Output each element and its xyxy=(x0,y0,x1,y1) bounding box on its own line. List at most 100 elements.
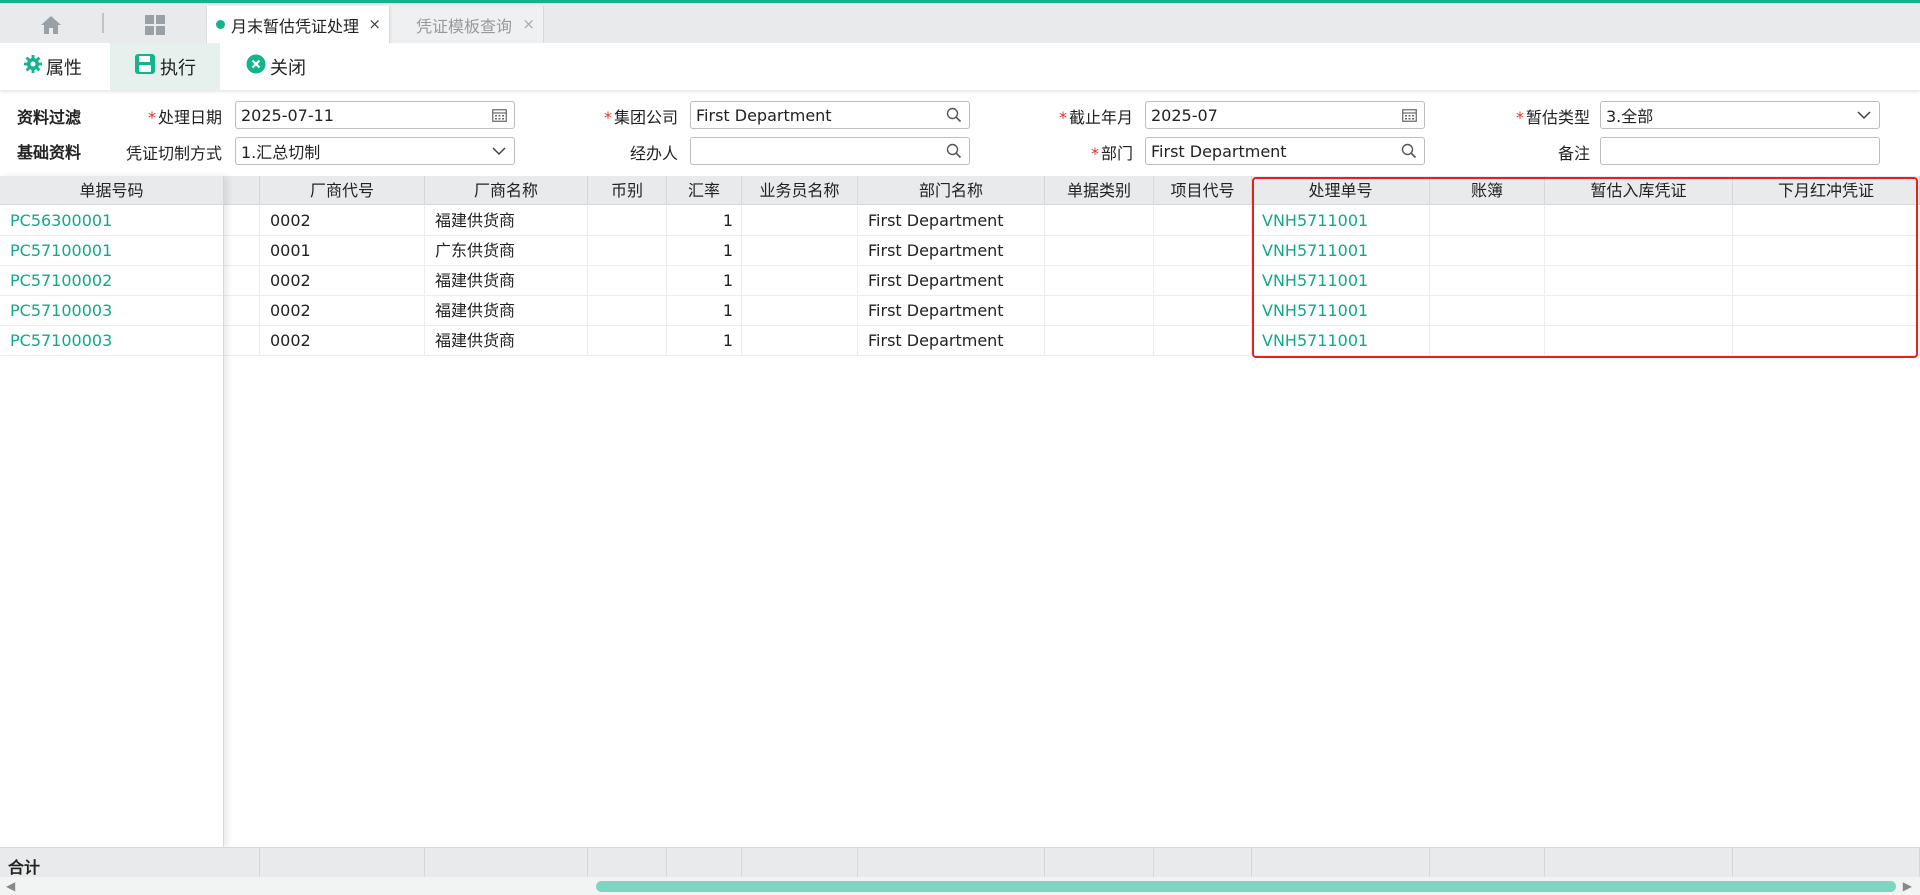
tab-label: 凭证模板查询 xyxy=(416,16,513,36)
header-col-doc-type[interactable]: 单据类别 xyxy=(1045,176,1154,205)
header-col-process-no[interactable]: 处理单号 xyxy=(1252,176,1430,205)
cell-dept: First Department xyxy=(858,236,1045,266)
cell-currency xyxy=(588,236,667,266)
table-row[interactable]: PC57100001 0001 广东供货商 1 First Department VNH5… xyxy=(0,236,1920,266)
cell-estimate-voucher xyxy=(1545,206,1733,236)
cell-dept: First Department xyxy=(858,206,1045,236)
cell-salesman xyxy=(742,326,858,356)
estimate-type-label: * 暂估类型 xyxy=(1515,108,1590,127)
cell-estimate-voucher xyxy=(1545,236,1733,266)
cell-rate: 1 xyxy=(667,296,742,326)
row-spacer-cell xyxy=(224,266,260,296)
close-icon[interactable]: × xyxy=(522,15,535,33)
chevron-down-icon[interactable] xyxy=(490,142,508,160)
close-icon[interactable]: × xyxy=(368,15,381,33)
footer-cell xyxy=(667,848,742,878)
table-row[interactable]: PC57100003 0002 福建供货商 1 First Department VNH5… xyxy=(0,326,1920,356)
remark-label: 备注 xyxy=(1557,144,1590,163)
estimate-type-select[interactable]: 3.全部 xyxy=(1600,101,1880,129)
header-col-reverse-voucher[interactable]: 下月红冲凭证 xyxy=(1733,176,1920,205)
header-col-salesman[interactable]: 业务员名称 xyxy=(742,176,858,205)
header-col-estimate-voucher[interactable]: 暂估入库凭证 xyxy=(1545,176,1733,205)
cell-project xyxy=(1154,236,1252,266)
properties-label: 属性 xyxy=(46,57,82,79)
cell-doc-no[interactable]: PC57100003 xyxy=(0,326,224,356)
cell-vendor-name: 广东供货商 xyxy=(425,236,588,266)
cell-doc-no[interactable]: PC57100001 xyxy=(0,236,224,266)
search-icon[interactable] xyxy=(1400,142,1418,160)
process-date-field[interactable]: 2025-07-11 xyxy=(235,101,515,129)
remark-field[interactable] xyxy=(1600,137,1880,165)
home-icon[interactable] xyxy=(28,11,74,39)
table-row[interactable]: PC57100003 0002 福建供货商 1 First Department VNH5… xyxy=(0,296,1920,326)
cell-rate: 1 xyxy=(667,206,742,236)
cutoff-month-field[interactable]: 2025-07 xyxy=(1145,101,1425,129)
footer-cell xyxy=(1430,848,1545,878)
footer-cell xyxy=(1733,848,1920,878)
cell-process-no[interactable]: VNH5711001 xyxy=(1252,236,1430,266)
header-col-ledger[interactable]: 账簿 xyxy=(1430,176,1545,205)
cell-doc-type xyxy=(1045,296,1154,326)
header-col-doc-no[interactable]: 单据号码 xyxy=(0,176,224,205)
cell-doc-type xyxy=(1045,236,1154,266)
scroll-left-icon[interactable]: ◀ xyxy=(6,879,15,893)
header-col-vendor-name[interactable]: 厂商名称 xyxy=(425,176,588,205)
grid-icon[interactable] xyxy=(130,11,180,39)
header-col-currency[interactable]: 币别 xyxy=(588,176,667,205)
cell-currency xyxy=(588,296,667,326)
cell-rate: 1 xyxy=(667,236,742,266)
header-col-vendor-code[interactable]: 厂商代号 xyxy=(260,176,425,205)
cell-doc-no[interactable]: PC57100002 xyxy=(0,266,224,296)
cell-vendor-code: 0002 xyxy=(260,266,425,296)
table-row[interactable]: PC56300001 0002 福建供货商 1 First Department VNH5… xyxy=(0,206,1920,236)
table-row[interactable]: PC57100002 0002 福建供货商 1 First Department VNH5… xyxy=(0,266,1920,296)
horizontal-scrollbar[interactable]: ◀ ▶ xyxy=(0,877,1920,895)
tab-voucher-template-query[interactable]: 凭证模板查询 × xyxy=(392,6,544,43)
cell-ledger xyxy=(1430,326,1545,356)
tab-divider xyxy=(102,13,104,33)
tab-month-end-estimate[interactable]: 月末暂估凭证处理 × xyxy=(206,6,390,43)
cell-reverse-voucher xyxy=(1733,266,1920,296)
cell-doc-no[interactable]: PC56300001 xyxy=(0,206,224,236)
properties-button[interactable]: 属性 xyxy=(24,43,82,90)
search-icon[interactable] xyxy=(945,142,963,160)
handler-field[interactable] xyxy=(690,137,970,165)
row-spacer-cell xyxy=(224,326,260,356)
cell-vendor-code: 0002 xyxy=(260,326,425,356)
header-col-dept[interactable]: 部门名称 xyxy=(858,176,1045,205)
header-col-project[interactable]: 项目代号 xyxy=(1154,176,1252,205)
group-company-field[interactable]: First Department xyxy=(690,101,970,129)
section-data-filter: 资料过滤 xyxy=(17,108,82,127)
cell-process-no[interactable]: VNH5711001 xyxy=(1252,296,1430,326)
cell-ledger xyxy=(1430,206,1545,236)
cell-process-no[interactable]: VNH5711001 xyxy=(1252,266,1430,296)
cell-project xyxy=(1154,326,1252,356)
cell-doc-no[interactable]: PC57100003 xyxy=(0,296,224,326)
row-spacer-cell xyxy=(224,296,260,326)
cell-process-no[interactable]: VNH5711001 xyxy=(1252,326,1430,356)
department-label: * 部门 xyxy=(1090,144,1133,163)
close-button[interactable]: 关闭 xyxy=(246,43,306,90)
voucher-mode-select[interactable]: 1.汇总切制 xyxy=(235,137,515,165)
search-icon[interactable] xyxy=(945,106,963,124)
cell-process-no[interactable]: VNH5711001 xyxy=(1252,206,1430,236)
cell-rate: 1 xyxy=(667,266,742,296)
scroll-right-icon[interactable]: ▶ xyxy=(1903,879,1912,893)
cell-rate: 1 xyxy=(667,326,742,356)
cell-salesman xyxy=(742,236,858,266)
calendar-icon[interactable] xyxy=(1400,106,1418,124)
total-label: 合计 xyxy=(8,858,41,877)
scroll-thumb[interactable] xyxy=(596,881,1896,892)
execute-button[interactable]: 执行 xyxy=(110,43,220,90)
department-field[interactable]: First Department xyxy=(1145,137,1425,165)
cell-estimate-voucher xyxy=(1545,266,1733,296)
header-col-rate[interactable]: 汇率 xyxy=(667,176,742,205)
chevron-down-icon[interactable] xyxy=(1855,106,1873,124)
cell-vendor-code: 0002 xyxy=(260,206,425,236)
cell-ledger xyxy=(1430,296,1545,326)
grid-header: 单据号码 厂商代号 厂商名称 币别 汇率 业务员名称 部门名称 单据类别 项目代号 处理单号 账簿暂… xyxy=(0,176,1920,205)
execute-label: 执行 xyxy=(160,57,196,79)
footer-cell xyxy=(1154,848,1252,878)
cell-doc-type xyxy=(1045,326,1154,356)
calendar-icon[interactable] xyxy=(490,106,508,124)
